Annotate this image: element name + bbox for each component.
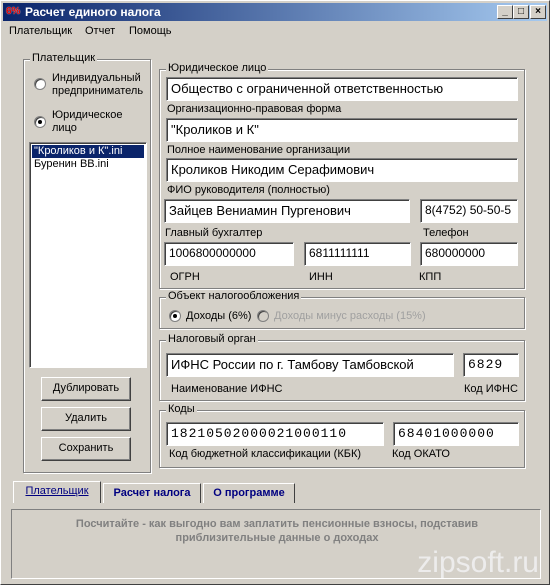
menu-bar: Плательщик Отчет Помощь: [3, 22, 547, 41]
tax-authority-title: Налоговый орган: [166, 333, 258, 345]
tax-object-title: Объект налогообложения: [166, 290, 302, 302]
save-button[interactable]: Сохранить: [41, 437, 131, 461]
maximize-button[interactable]: □: [513, 5, 529, 19]
delete-button[interactable]: Удалить: [41, 407, 131, 431]
menu-report[interactable]: Отчет: [85, 25, 115, 37]
codes-title: Коды: [166, 403, 197, 415]
minimize-button[interactable]: _: [497, 5, 513, 19]
kbk-field[interactable]: 18210502000021000110: [166, 422, 384, 446]
ifns-code-field[interactable]: 6829: [463, 353, 519, 377]
app-window: 6% Расчет единого налога _ □ × Плательщи…: [0, 0, 550, 585]
head-field[interactable]: Кроликов Никодим Серафимович: [166, 158, 518, 182]
ifns-name-field[interactable]: ИФНС России по г. Тамбову Тамбовской: [166, 353, 454, 377]
tab-payer[interactable]: Плательщик: [13, 481, 101, 503]
ogrn-field[interactable]: 1006800000000: [164, 242, 294, 266]
kbk-label: Код бюджетной классификации (КБК): [169, 448, 362, 460]
payer-group-title: Плательщик: [30, 52, 98, 64]
opf-label: Организационно-правовая форма: [167, 103, 342, 115]
menu-help[interactable]: Помощь: [129, 25, 172, 37]
inn-label: ИНН: [309, 271, 333, 283]
phone-label: Телефон: [423, 227, 469, 239]
accountant-field[interactable]: Зайцев Вениамин Пургенович: [164, 199, 410, 223]
ogrn-label: ОГРН: [170, 271, 200, 283]
radio-legal[interactable]: [34, 116, 46, 128]
org-name-field[interactable]: "Кроликов и К": [166, 118, 518, 142]
watermark: zipsoft.ru: [417, 546, 539, 579]
radio-income-label: Доходы (6%): [186, 310, 252, 322]
radio-individual-label: Индивидуальный предприниматель: [52, 72, 144, 97]
list-item[interactable]: "Кроликов и К".ini: [32, 145, 144, 158]
payer-files-list[interactable]: "Кроликов и К".ini Буренин ВВ.ini: [29, 142, 147, 368]
info-text: Посчитайте - как выгодно вам заплатить п…: [75, 518, 479, 544]
radio-legal-label: Юридическое лицо: [52, 109, 123, 134]
ifns-name-label: Наименование ИФНС: [171, 383, 283, 395]
phone-field[interactable]: 8(4752) 50-50-5: [420, 199, 518, 223]
title-bar: 6% Расчет единого налога _ □ ×: [3, 3, 547, 21]
kpp-label: КПП: [419, 271, 442, 283]
legal-entity-title: Юридическое лицо: [166, 62, 269, 74]
radio-individual[interactable]: [34, 78, 46, 90]
head-label: ФИО руководителя (полностью): [167, 184, 330, 196]
radio-income[interactable]: [169, 310, 181, 322]
radio-income-minus-expenses: [257, 310, 269, 322]
org-name-label: Полное наименование организации: [167, 144, 351, 156]
okato-field[interactable]: 68401000000: [393, 422, 519, 446]
inn-field[interactable]: 6811111111: [304, 242, 411, 266]
close-button[interactable]: ×: [530, 5, 546, 19]
opf-field[interactable]: Общество с ограниченной ответственностью: [166, 77, 518, 101]
duplicate-button[interactable]: Дублировать: [41, 377, 131, 401]
tab-tax-calculation[interactable]: Расчет налога: [103, 483, 201, 503]
kpp-field[interactable]: 680000000: [420, 242, 518, 266]
ifns-code-label: Код ИФНС: [464, 383, 518, 395]
radio-income-minus-expenses-label: Доходы минус расходы (15%): [274, 310, 426, 322]
okato-label: Код ОКАТО: [392, 448, 450, 460]
window-title: Расчет единого налога: [25, 5, 161, 19]
accountant-label: Главный бухгалтер: [165, 227, 263, 239]
app-icon: 6%: [6, 6, 21, 17]
tab-about[interactable]: О программе: [203, 483, 295, 503]
menu-payer[interactable]: Плательщик: [9, 25, 72, 37]
list-item[interactable]: Буренин ВВ.ini: [32, 158, 111, 171]
